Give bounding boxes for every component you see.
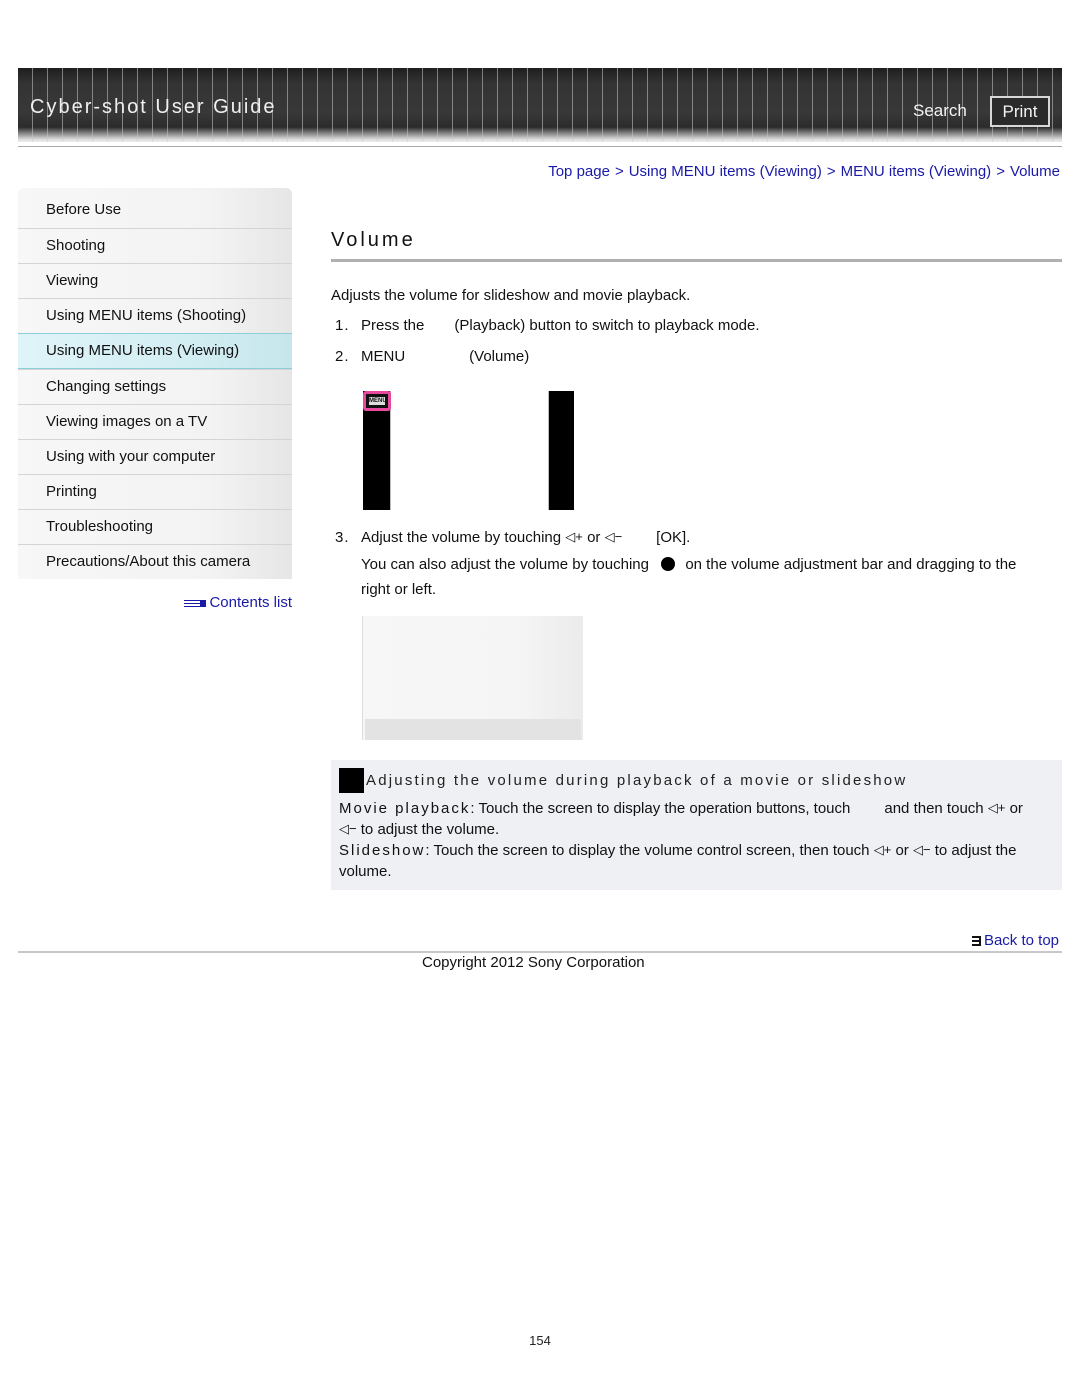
note-text: to adjust the bbox=[934, 842, 1017, 859]
note-text: on the volume adjustment bar and draggin… bbox=[685, 556, 1017, 573]
step-3-note-cont: right or left. bbox=[361, 581, 437, 598]
breadcrumb: Top page > Using MENU items (Viewing) > MENU… bbox=[548, 163, 1060, 180]
note-text: : Touch the screen to display the volume… bbox=[425, 842, 870, 859]
breadcrumb-separator: > bbox=[826, 163, 836, 180]
title-divider bbox=[331, 259, 1062, 262]
note-label: Movie playback bbox=[339, 800, 471, 817]
volume-down-icon: ◁− bbox=[339, 821, 357, 836]
step-text: Adjust the volume by touching bbox=[361, 529, 562, 546]
page-title: Volume bbox=[331, 229, 416, 251]
header-banner: Cyber-shot User Guide Search Print bbox=[18, 68, 1062, 142]
breadcrumb-menu-items-viewing[interactable]: MENU items (Viewing) bbox=[841, 163, 992, 180]
step-1: 1. Press the (Playback) button to switch t… bbox=[335, 317, 760, 334]
note-text: or bbox=[1009, 800, 1023, 817]
sidebar-nav: Before Use Shooting Viewing Using MENU i… bbox=[18, 188, 292, 611]
step-text: or bbox=[587, 529, 601, 546]
sidebar-item-troubleshooting[interactable]: Troubleshooting bbox=[18, 509, 292, 544]
camera-screen-volume bbox=[362, 616, 583, 740]
sidebar-item-before-use[interactable]: Before Use bbox=[18, 188, 292, 228]
step-number: 1. bbox=[335, 317, 350, 334]
slider-knob-icon bbox=[661, 557, 676, 571]
sidebar-item-menu-shooting[interactable]: Using MENU items (Shooting) bbox=[18, 298, 292, 333]
screen-image-area bbox=[390, 391, 549, 510]
page-number: 154 bbox=[529, 1333, 551, 1348]
step-number: 3. bbox=[335, 529, 350, 546]
contents-list-icon bbox=[184, 599, 207, 607]
breadcrumb-volume[interactable]: Volume bbox=[1010, 163, 1060, 180]
breadcrumb-menu-items-viewing-section[interactable]: Using MENU items (Viewing) bbox=[629, 163, 822, 180]
note-title: Adjusting the volume during playback of … bbox=[366, 772, 908, 789]
back-to-top-link[interactable]: Back to top bbox=[971, 932, 1059, 949]
print-button[interactable]: Print bbox=[990, 96, 1050, 127]
sidebar-item-viewing[interactable]: Viewing bbox=[18, 263, 292, 298]
step-text: Press the bbox=[361, 317, 425, 334]
back-to-top-icon bbox=[971, 936, 981, 946]
contents-list-link[interactable]: Contents list bbox=[184, 594, 292, 611]
note-text: and then touch bbox=[884, 800, 984, 817]
note-label: Slideshow bbox=[339, 842, 426, 859]
step-3: 3. Adjust the volume by touching ◁+ or ◁−… bbox=[335, 529, 690, 546]
sidebar-item-computer[interactable]: Using with your computer bbox=[18, 439, 292, 474]
volume-adjustment-bar bbox=[365, 719, 581, 740]
menu-icon: MENU bbox=[369, 397, 385, 405]
sidebar-item-printing[interactable]: Printing bbox=[18, 474, 292, 509]
sidebar-item-shooting[interactable]: Shooting bbox=[18, 228, 292, 263]
step-text: (Volume) bbox=[469, 348, 530, 365]
note-bullet-icon bbox=[339, 768, 364, 793]
volume-up-icon: ◁+ bbox=[565, 529, 583, 544]
note-slideshow-cont: volume. bbox=[339, 863, 392, 880]
step-text: (Playback) button to switch to playback … bbox=[454, 317, 760, 334]
step-number: 2. bbox=[335, 348, 350, 365]
menu-button-highlight: MENU bbox=[363, 391, 391, 411]
step-2: 2. MENU (Volume) bbox=[335, 348, 529, 365]
step-text: MENU bbox=[361, 348, 406, 365]
sidebar-item-precautions[interactable]: Precautions/About this camera bbox=[18, 544, 292, 579]
note-text: or bbox=[895, 842, 909, 859]
step-text: [OK]. bbox=[656, 529, 691, 546]
note-movie-playback: Movie playback: Touch the screen to disp… bbox=[339, 800, 1023, 817]
volume-down-icon: ◁− bbox=[604, 529, 623, 544]
note-box: Adjusting the volume during playback of … bbox=[331, 760, 1062, 890]
note-text: : Touch the screen to display the operat… bbox=[470, 800, 851, 817]
intro-text: Adjusts the volume for slideshow and mov… bbox=[331, 287, 691, 304]
note-text: You can also adjust the volume by touchi… bbox=[361, 556, 649, 573]
footer-divider bbox=[18, 951, 1062, 953]
camera-screen-menu: MENU bbox=[363, 391, 574, 510]
back-to-top-label: Back to top bbox=[983, 932, 1059, 949]
step-3-note: You can also adjust the volume by touchi… bbox=[361, 556, 1016, 573]
contents-list-label: Contents list bbox=[209, 594, 292, 611]
breadcrumb-top-page[interactable]: Top page bbox=[548, 163, 610, 180]
search-button[interactable]: Search bbox=[913, 101, 967, 121]
volume-down-icon: ◁− bbox=[912, 842, 931, 857]
sidebar-item-changing-settings[interactable]: Changing settings bbox=[18, 369, 292, 404]
note-movie-playback-cont: ◁− to adjust the volume. bbox=[339, 821, 499, 838]
sidebar-item-viewing-tv[interactable]: Viewing images on a TV bbox=[18, 404, 292, 439]
volume-up-icon: ◁+ bbox=[873, 842, 892, 857]
breadcrumb-separator: > bbox=[996, 163, 1005, 180]
breadcrumb-separator: > bbox=[614, 163, 624, 180]
sidebar-item-menu-viewing[interactable]: Using MENU items (Viewing) bbox=[18, 333, 292, 369]
header-divider bbox=[18, 146, 1062, 147]
copyright: Copyright 2012 Sony Corporation bbox=[422, 954, 645, 971]
note-slideshow: Slideshow: Touch the screen to display t… bbox=[339, 842, 1016, 859]
note-text: to adjust the volume. bbox=[360, 821, 500, 838]
guide-title[interactable]: Cyber-shot User Guide bbox=[30, 96, 277, 119]
volume-up-icon: ◁+ bbox=[987, 800, 1006, 815]
